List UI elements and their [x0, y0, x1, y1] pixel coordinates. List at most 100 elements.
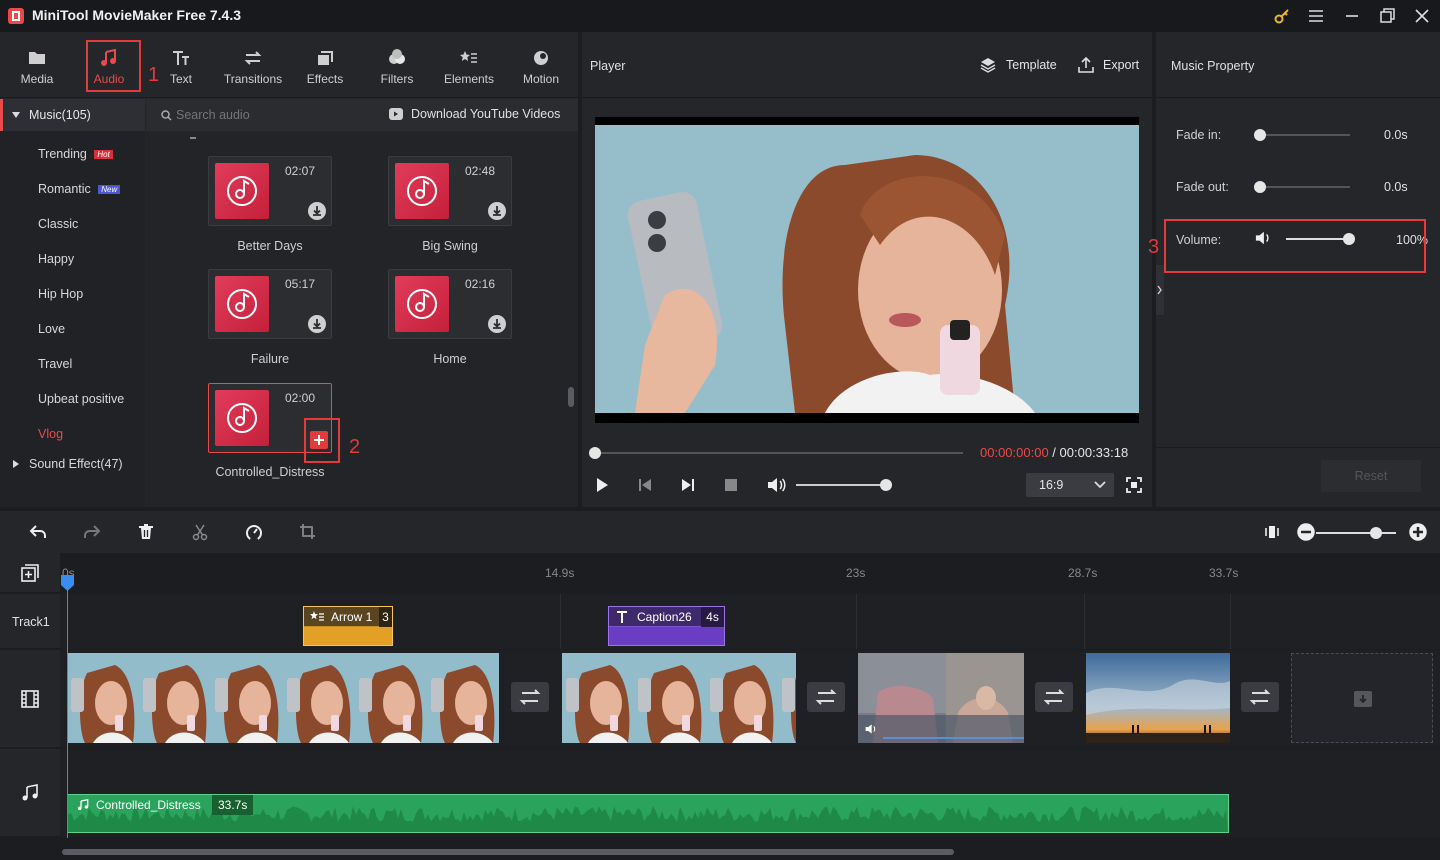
layers-icon — [980, 58, 996, 73]
previous-frame-icon[interactable] — [637, 477, 653, 493]
fade-out-value: 0.0s — [1384, 180, 1408, 194]
tab-motion[interactable]: Motion — [511, 40, 571, 92]
play-icon[interactable] — [594, 477, 610, 493]
tab-elements[interactable]: Elements — [439, 40, 499, 92]
download-icon[interactable] — [488, 202, 506, 220]
tab-transitions[interactable]: Transitions — [223, 40, 283, 92]
track-duration: 02:07 — [284, 164, 315, 178]
export-button[interactable]: Export — [1077, 56, 1141, 76]
delete-icon[interactable] — [136, 522, 156, 542]
audio-clip-controlled-distress[interactable]: Controlled_Distress 33.7s — [67, 794, 1229, 833]
clip-label-bar: Arrow 1 3 — [304, 607, 392, 627]
category-label: Trending — [38, 147, 87, 161]
close-icon[interactable] — [1412, 6, 1432, 26]
undo-icon[interactable] — [28, 522, 48, 542]
stop-icon[interactable] — [724, 478, 738, 492]
clip-label: Arrow 1 — [331, 610, 373, 624]
maximize-icon[interactable] — [1377, 6, 1397, 26]
download-icon[interactable] — [308, 202, 326, 220]
audio-card-home[interactable]: 02:16 — [388, 269, 512, 339]
key-icon[interactable] — [1272, 6, 1292, 26]
tab-label: Filters — [380, 72, 414, 86]
video-clip-2[interactable] — [562, 653, 796, 743]
timeline-scrollbar-thumb[interactable] — [62, 849, 954, 855]
menu-icon[interactable] — [1306, 6, 1326, 26]
zoom-handle[interactable] — [1370, 527, 1382, 539]
reset-button[interactable]: Reset — [1321, 460, 1421, 492]
transition-swap-icon — [1249, 689, 1271, 705]
download-icon[interactable] — [488, 315, 506, 333]
sound-effect-category-header[interactable]: Sound Effect(47) — [0, 453, 145, 477]
drop-media-slot[interactable] — [1291, 653, 1433, 743]
audio-card-big-swing[interactable]: 02:48 — [388, 156, 512, 226]
fade-in-track[interactable] — [1260, 134, 1350, 136]
template-button[interactable]: Template — [980, 56, 1060, 76]
fade-out-handle[interactable] — [1254, 181, 1266, 193]
zoom-track[interactable] — [1316, 532, 1396, 534]
fit-timeline-icon[interactable] — [1262, 522, 1282, 542]
time-separator: / — [1048, 445, 1060, 460]
tab-effects[interactable]: Effects — [295, 40, 355, 92]
category-hip-hop[interactable]: Hip Hop — [38, 287, 83, 301]
tab-media[interactable]: Media — [7, 40, 67, 92]
playhead-handle[interactable] — [61, 575, 74, 591]
arrow-element-clip[interactable]: Arrow 1 3 — [303, 606, 393, 646]
transition-slot[interactable] — [511, 682, 549, 712]
category-vlog[interactable]: Vlog — [38, 427, 63, 441]
music-property-panel: Music Property Fade in: 0.0s Fade out: 0… — [1148, 32, 1440, 507]
redo-icon[interactable] — [82, 522, 102, 542]
video-preview[interactable] — [595, 117, 1139, 423]
category-classic[interactable]: Classic — [38, 217, 78, 231]
next-frame-icon[interactable] — [680, 477, 696, 493]
category-romantic[interactable]: Romantic New — [38, 182, 121, 196]
audio-card-failure[interactable]: 05:17 — [208, 269, 332, 339]
search-audio-input[interactable] — [176, 105, 346, 125]
caret-down-icon — [12, 112, 20, 118]
transition-slot[interactable] — [807, 682, 845, 712]
playback-progress-track[interactable] — [595, 452, 963, 454]
category-trending[interactable]: Trending Hot — [38, 147, 113, 161]
video-clip-4[interactable] — [1086, 653, 1230, 743]
video-clip-3[interactable] — [858, 653, 1024, 743]
transition-slot[interactable] — [1241, 682, 1279, 712]
fade-in-handle[interactable] — [1254, 129, 1266, 141]
fade-out-track[interactable] — [1260, 186, 1350, 188]
speed-icon[interactable] — [244, 522, 264, 542]
collapse-handle[interactable] — [1156, 265, 1164, 315]
video-clip-thumbnails — [858, 653, 1024, 743]
audio-category-sidebar: Music(105) Trending Hot Romantic New Cla… — [0, 99, 145, 507]
music-category-header[interactable]: Music(105) — [0, 99, 145, 131]
category-upbeat-positive[interactable]: Upbeat positive — [38, 392, 124, 406]
category-happy[interactable]: Happy — [38, 252, 74, 266]
transition-slot[interactable] — [1035, 682, 1073, 712]
playback-progress-handle[interactable] — [589, 447, 601, 459]
text-icon — [171, 48, 191, 68]
audio-clip-name: Controlled_Distress — [96, 798, 201, 812]
player-volume-handle[interactable] — [879, 479, 892, 491]
template-label: Template — [1006, 58, 1057, 72]
aspect-ratio-select[interactable]: 16:9 — [1026, 473, 1114, 497]
zoom-out-icon[interactable] — [1296, 522, 1316, 542]
video-clip-thumbnails — [1086, 653, 1230, 743]
category-travel[interactable]: Travel — [38, 357, 72, 371]
volume-icon[interactable] — [766, 476, 786, 494]
playhead-line — [67, 573, 68, 838]
transition-swap-icon — [815, 689, 837, 705]
add-track-icon[interactable] — [21, 564, 39, 582]
category-love[interactable]: Love — [38, 322, 65, 336]
library-scrollbar[interactable] — [568, 387, 574, 407]
video-clip-1[interactable] — [67, 653, 500, 743]
sound-effect-label: Sound Effect(47) — [29, 457, 123, 471]
split-scissors-icon[interactable] — [190, 522, 210, 542]
tab-text[interactable]: Text — [151, 40, 211, 92]
player-volume-track[interactable] — [796, 484, 888, 486]
timeline-ruler[interactable]: 0s 14.9s 23s 28.7s 33.7s — [60, 553, 1440, 593]
minimize-icon[interactable] — [1342, 6, 1362, 26]
caption-text-clip[interactable]: Caption26 4s — [608, 606, 725, 646]
crop-icon[interactable] — [298, 522, 318, 542]
zoom-in-icon[interactable] — [1408, 522, 1428, 542]
tab-filters[interactable]: Filters — [367, 40, 427, 92]
download-icon[interactable] — [308, 315, 326, 333]
fullscreen-icon[interactable] — [1126, 477, 1142, 493]
audio-card-better-days[interactable]: 02:07 — [208, 156, 332, 226]
